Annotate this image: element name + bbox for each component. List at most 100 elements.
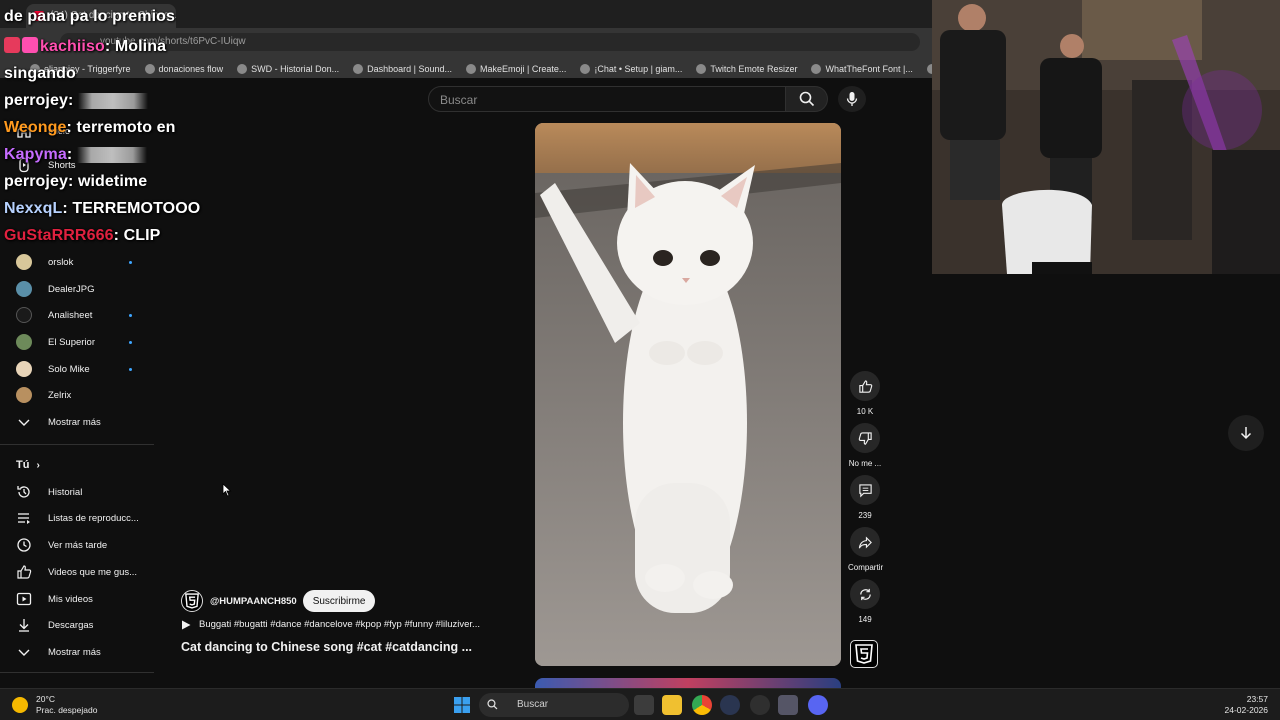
subscription-dealerjpg[interactable]: DealerJPG bbox=[0, 276, 154, 302]
chat-text: terremoto en bbox=[76, 119, 176, 136]
clock-date: 24-02-2026 bbox=[1224, 705, 1268, 715]
chat-emote-icon bbox=[76, 146, 147, 163]
sidebar-item-label: Historial bbox=[48, 486, 83, 498]
youtube-sidebar: Inicio Shorts orslok DealerJPG Analishee… bbox=[0, 78, 154, 688]
chat-message: perrojey: bbox=[4, 92, 148, 110]
short-title[interactable]: Cat dancing to Chinese song #cat #catdan… bbox=[181, 640, 472, 654]
channel-avatar bbox=[16, 387, 32, 403]
share-button[interactable] bbox=[850, 527, 880, 557]
chat-emote-icon bbox=[77, 92, 148, 109]
subscription-el-superior[interactable]: El Superior bbox=[0, 329, 154, 355]
dislike-icon bbox=[858, 431, 872, 445]
html5-logo-icon bbox=[185, 593, 199, 609]
system-clock[interactable]: 23:57 24-02-2026 bbox=[1218, 694, 1268, 716]
partly-sunny-icon bbox=[12, 697, 28, 713]
discord-icon[interactable] bbox=[808, 695, 828, 715]
remix-button[interactable] bbox=[850, 579, 880, 609]
share-action[interactable]: Compartir bbox=[848, 527, 883, 572]
short-video-player[interactable] bbox=[535, 123, 841, 666]
obs-icon[interactable] bbox=[750, 695, 770, 715]
chat-badge-icon bbox=[22, 37, 38, 53]
arrow-down-icon bbox=[1240, 427, 1252, 440]
webcam-overlay bbox=[932, 0, 1280, 274]
subscription-zelrix[interactable]: Zelrix bbox=[0, 382, 154, 408]
chrome-icon[interactable] bbox=[692, 695, 712, 715]
comments-action[interactable]: 239 bbox=[848, 475, 882, 520]
dislike-action[interactable]: No me ... bbox=[848, 423, 882, 468]
channel-avatar bbox=[16, 254, 32, 270]
bookmark-item[interactable]: Twitch Emote Resizer bbox=[696, 60, 797, 78]
chevron-down-icon bbox=[18, 649, 30, 656]
subscription-label: DealerJPG bbox=[48, 283, 95, 295]
chat-text: TERREMOTOOO bbox=[72, 200, 201, 217]
sidebar-item-liked-videos[interactable]: Videos que me gus... bbox=[0, 559, 154, 585]
chat-badge-icon bbox=[4, 37, 20, 53]
bookmark-item[interactable]: ¡Chat • Setup | giam... bbox=[580, 60, 682, 78]
chat-username: GuStaRRR666 bbox=[4, 227, 114, 244]
voice-search-button[interactable] bbox=[838, 86, 866, 112]
short-description-row[interactable]: Buggati #bugatti #dance #dancelove #kpop… bbox=[181, 619, 480, 630]
comments-button[interactable] bbox=[850, 475, 880, 505]
channel-avatar bbox=[16, 334, 32, 350]
sidebar-divider bbox=[0, 672, 154, 673]
subscription-label: Solo Mike bbox=[48, 363, 90, 375]
subscription-label: orslok bbox=[48, 256, 74, 268]
bookmark-item[interactable]: SWD - Historial Don... bbox=[237, 60, 339, 78]
bookmark-item[interactable]: MakeEmoji | Create... bbox=[466, 60, 566, 78]
subscription-analisheet[interactable]: Analisheet bbox=[0, 302, 154, 328]
chat-separator: : bbox=[113, 227, 124, 244]
remix-action[interactable]: 149 bbox=[848, 579, 882, 624]
channel-thumbnail[interactable] bbox=[850, 640, 878, 668]
chat-message: de pana pa lo premios bbox=[4, 8, 175, 26]
subscribe-button[interactable]: Suscribirme bbox=[302, 590, 376, 612]
search-icon bbox=[799, 91, 814, 107]
channel-avatar[interactable] bbox=[181, 590, 203, 612]
chat-text: singando bbox=[4, 65, 76, 82]
arrow-app-icon[interactable] bbox=[720, 695, 740, 715]
search-input[interactable]: Buscar bbox=[428, 86, 786, 112]
search-button[interactable] bbox=[786, 86, 828, 112]
settings-icon[interactable] bbox=[778, 695, 798, 715]
dislike-button[interactable] bbox=[850, 423, 880, 453]
show-more-label: Mostrar más bbox=[48, 646, 101, 658]
file-explorer-icon[interactable] bbox=[662, 695, 682, 715]
chevron-down-icon bbox=[18, 419, 30, 426]
windows-start-icon[interactable] bbox=[452, 695, 472, 715]
playlist-icon bbox=[18, 513, 30, 524]
bookmark-item[interactable]: donaciones flow bbox=[144, 60, 223, 78]
sidebar-item-watch-later[interactable]: Ver más tarde bbox=[0, 532, 154, 558]
url-field[interactable]: youtube.com/shorts/t6PvC-IUiqw bbox=[60, 33, 920, 51]
globe-icon bbox=[237, 64, 248, 74]
remix-count: 149 bbox=[858, 615, 872, 624]
subscription-orslok[interactable]: orslok bbox=[0, 249, 154, 275]
dancing-cat-video-frame bbox=[535, 123, 841, 666]
video-icon bbox=[16, 592, 32, 606]
globe-icon bbox=[353, 64, 364, 74]
webcam-feed-image bbox=[932, 0, 1280, 274]
sidebar-item-label: Mis videos bbox=[48, 593, 93, 605]
subscription-solo-mike[interactable]: Solo Mike bbox=[0, 356, 154, 382]
task-view-icon[interactable] bbox=[634, 695, 654, 715]
clock-icon bbox=[17, 538, 31, 552]
chat-text: widetime bbox=[77, 173, 148, 190]
bookmark-label: SWD - Historial Don... bbox=[251, 64, 340, 74]
chat-username: Kapyma bbox=[4, 146, 67, 163]
taskbar-search[interactable]: Buscar bbox=[479, 693, 629, 717]
comment-icon bbox=[858, 483, 872, 497]
weather-widget[interactable]: 20°C Prac. despejado bbox=[12, 694, 97, 716]
sidebar-item-my-videos[interactable]: Mis videos bbox=[0, 586, 154, 612]
show-more-subscriptions[interactable]: Mostrar más bbox=[0, 409, 154, 435]
sidebar-item-playlists[interactable]: Listas de reproducc... bbox=[0, 505, 154, 531]
show-more-label: Mostrar más bbox=[48, 416, 101, 428]
sidebar-item-downloads[interactable]: Descargas bbox=[0, 612, 154, 638]
sidebar-item-history[interactable]: Historial bbox=[0, 479, 154, 505]
like-action[interactable]: 10 K bbox=[848, 371, 882, 416]
chat-separator: : bbox=[67, 92, 78, 109]
bookmark-item[interactable]: WhatTheFont Font |... bbox=[811, 60, 913, 78]
like-button[interactable] bbox=[850, 371, 880, 401]
next-short-button[interactable] bbox=[1228, 415, 1264, 451]
channel-name[interactable]: @HUMPAANCH850 bbox=[210, 596, 297, 607]
bookmark-item[interactable]: Dashboard | Sound... bbox=[353, 60, 452, 78]
you-section-header[interactable]: Tú › bbox=[16, 459, 40, 471]
show-more-you[interactable]: Mostrar más bbox=[0, 639, 154, 665]
